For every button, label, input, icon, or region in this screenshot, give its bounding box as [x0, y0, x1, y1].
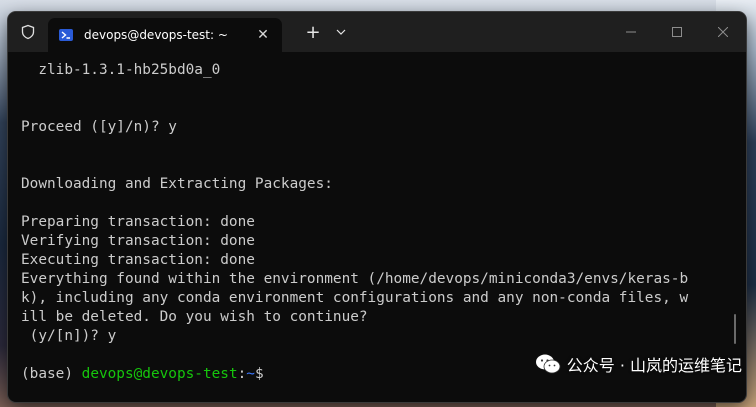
- terminal-line: k), including any conda environment conf…: [21, 290, 689, 306]
- terminal-line: zlib-1.3.1-hb25bd0a_0: [21, 62, 221, 78]
- title-bar[interactable]: devops@devops-test: ~ ✕ +: [8, 12, 746, 52]
- terminal-line: Everything found within the environment …: [21, 271, 689, 287]
- tab-title: devops@devops-test: ~: [84, 28, 228, 42]
- terminal-line: Executing transaction: done: [21, 252, 255, 268]
- terminal-line: (y/[n])? y: [21, 328, 117, 344]
- terminal-window: devops@devops-test: ~ ✕ + zlib-1.3.1-hb2…: [8, 12, 746, 402]
- plus-icon[interactable]: +: [298, 12, 328, 52]
- scrollbar[interactable]: [734, 314, 736, 344]
- tab-devops[interactable]: devops@devops-test: ~ ✕: [48, 18, 282, 52]
- terminal-line: Verifying transaction: done: [21, 233, 255, 249]
- window-controls: [608, 12, 746, 52]
- minimize-icon[interactable]: [608, 12, 654, 52]
- powershell-icon: [58, 27, 74, 43]
- prompt-separator: :: [237, 366, 247, 382]
- terminal-line: Preparing transaction: done: [21, 214, 255, 230]
- maximize-icon[interactable]: [654, 12, 700, 52]
- prompt-symbol: $: [254, 366, 264, 382]
- prompt-user: devops@devops-test: [81, 366, 238, 382]
- terminal-output[interactable]: zlib-1.3.1-hb25bd0a_0 Proceed ([y]/n)? y…: [8, 52, 746, 402]
- close-icon[interactable]: ✕: [254, 26, 272, 44]
- watermark: 公众号 · 山岚的运维笔记: [535, 352, 742, 376]
- terminal-line: Proceed ([y]/n)? y: [21, 119, 177, 135]
- chevron-down-icon[interactable]: [328, 12, 354, 52]
- terminal-line: Downloading and Extracting Packages:: [21, 176, 333, 192]
- prompt-env: (base): [21, 366, 82, 382]
- terminal-line: ill be deleted. Do you wish to continue?: [21, 309, 368, 325]
- wechat-icon: [535, 353, 561, 375]
- window-close-icon[interactable]: [700, 12, 746, 52]
- shield-icon[interactable]: [8, 12, 48, 52]
- prompt-path: ~: [246, 366, 255, 382]
- watermark-text: 公众号 · 山岚的运维笔记: [566, 356, 742, 375]
